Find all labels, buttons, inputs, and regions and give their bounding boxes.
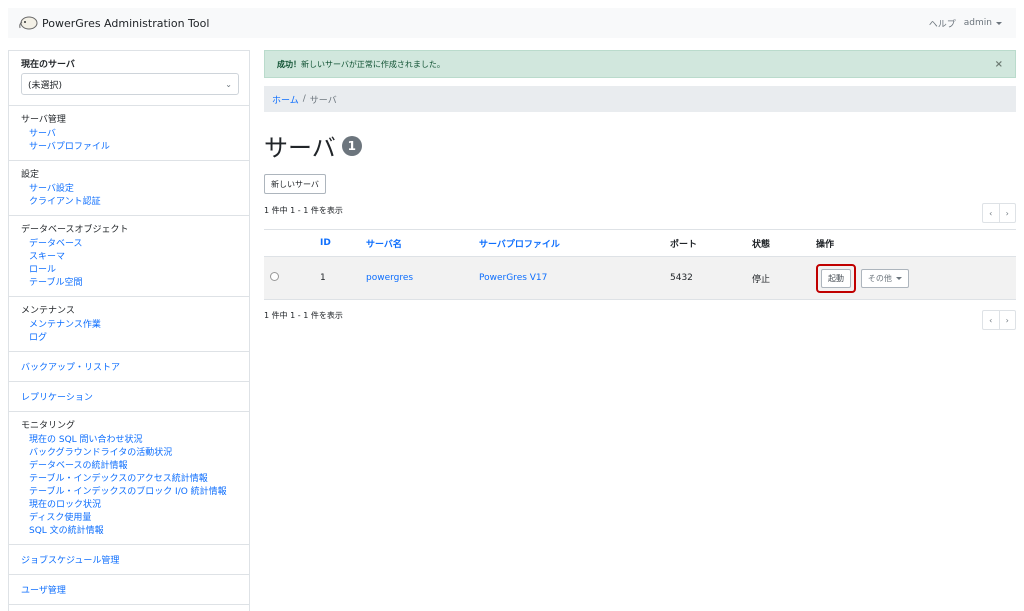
caret-down-icon xyxy=(996,21,1002,25)
sidebar-item-job-schedule[interactable]: ジョブスケジュール管理 xyxy=(21,553,239,566)
header-actions: 操作 xyxy=(816,229,1016,257)
pager-bottom: ‹ › xyxy=(982,310,1016,330)
sidebar-item-databases[interactable]: データベース xyxy=(21,238,239,251)
success-alert: 成功！ 新しいサーバが正常に作成されました。 × xyxy=(264,50,1016,78)
sidebar-item-table-io-stats[interactable]: テーブル・インデックスのブロック I/O 統計情報 xyxy=(21,486,239,499)
cell-status: 停止 xyxy=(752,256,816,300)
top-navbar: PowerGres Administration Tool ヘルプ admin xyxy=(8,8,1016,38)
header-id[interactable]: ID xyxy=(320,229,366,257)
row-radio[interactable] xyxy=(270,272,279,281)
prev-page-icon[interactable]: ‹ xyxy=(983,311,999,329)
header-select xyxy=(264,229,320,257)
sidebar-section-title: データベースオブジェクト xyxy=(21,225,129,235)
next-page-icon[interactable]: › xyxy=(998,311,1016,329)
sidebar-item-db-stats[interactable]: データベースの統計情報 xyxy=(21,460,239,473)
alert-strong: 成功！ xyxy=(277,59,301,69)
sidebar: 現在のサーバ (未選択) ⌄ サーバ管理 サーバ サーバプロファイル 設定 サー… xyxy=(8,50,250,611)
new-server-button[interactable]: 新しいサーバ xyxy=(264,174,326,194)
sidebar-item-logs[interactable]: ログ xyxy=(21,332,239,345)
server-table: ID サーバ名 サーバプロファイル ポート 状態 操作 1 powergres … xyxy=(264,229,1016,300)
sidebar-item-disk-usage[interactable]: ディスク使用量 xyxy=(21,512,239,525)
sidebar-item-table-access-stats[interactable]: テーブル・インデックスのアクセス統計情報 xyxy=(21,473,239,486)
sidebar-item-server-profiles[interactable]: サーバプロファイル xyxy=(21,141,239,154)
help-link[interactable]: ヘルプ xyxy=(929,17,956,30)
other-actions-label: その他 xyxy=(867,273,892,283)
sidebar-item-roles[interactable]: ロール xyxy=(21,264,239,277)
sidebar-section-maintenance: メンテナンス メンテナンス作業 ログ xyxy=(9,297,249,352)
chevron-down-icon: ⌄ xyxy=(225,79,232,89)
header-status: 状態 xyxy=(752,229,816,257)
close-icon[interactable]: × xyxy=(995,59,1003,70)
elephant-logo-icon xyxy=(19,16,38,30)
sidebar-item-schemas[interactable]: スキーマ xyxy=(21,251,239,264)
header-name[interactable]: サーバ名 xyxy=(366,229,479,257)
header-profile[interactable]: サーバプロファイル xyxy=(479,229,670,257)
start-button[interactable]: 起動 xyxy=(821,268,851,288)
page-title: サーバ 1 xyxy=(264,128,362,163)
other-actions-dropdown[interactable]: その他 xyxy=(860,268,909,288)
cell-id: 1 xyxy=(320,256,366,300)
sidebar-section-server-admin: サーバ管理 サーバ サーバプロファイル xyxy=(9,106,249,161)
breadcrumb-home[interactable]: ホーム xyxy=(272,93,299,106)
current-server-value: (未選択) xyxy=(28,80,63,91)
pager-top: ‹ › xyxy=(982,203,1016,223)
sidebar-item-server-settings[interactable]: サーバ設定 xyxy=(21,183,239,196)
page-title-text: サーバ xyxy=(264,134,336,162)
breadcrumb-separator: / xyxy=(302,94,306,104)
sidebar-item-client-auth[interactable]: クライアント認証 xyxy=(21,196,239,209)
result-summary-bottom: 1 件中 1 - 1 件を表示 xyxy=(264,311,343,320)
user-name: admin xyxy=(963,18,992,28)
sidebar-item-sql-activity[interactable]: 現在の SQL 問い合わせ状況 xyxy=(21,434,239,447)
sidebar-item-backup-restore[interactable]: バックアップ・リストア xyxy=(21,360,239,373)
sidebar-item-replication[interactable]: レプリケーション xyxy=(21,390,239,403)
sidebar-section-title: 設定 xyxy=(21,170,40,180)
sidebar-item-user-admin[interactable]: ユーザ管理 xyxy=(21,583,239,596)
sidebar-item-sql-stats[interactable]: SQL 文の統計情報 xyxy=(21,525,239,538)
cell-port: 5432 xyxy=(670,256,752,300)
table-row: 1 powergres PowerGres V17 5432 停止 起動 その他 xyxy=(264,256,1016,300)
breadcrumb: ホーム / サーバ xyxy=(264,86,1016,112)
result-summary-top: 1 件中 1 - 1 件を表示 xyxy=(264,206,343,215)
sidebar-item-bgwriter[interactable]: バックグラウンドライタの活動状況 xyxy=(21,447,239,460)
current-server-title: 現在のサーバ xyxy=(21,60,75,70)
sidebar-section-jobs: ジョブスケジュール管理 xyxy=(9,545,249,575)
brand[interactable]: PowerGres Administration Tool xyxy=(18,15,209,31)
current-server-section: 現在のサーバ (未選択) ⌄ xyxy=(9,51,249,106)
prev-page-icon[interactable]: ‹ xyxy=(983,204,999,222)
sidebar-section-replication: レプリケーション xyxy=(9,382,249,412)
sidebar-section-backup: バックアップ・リストア xyxy=(9,352,249,382)
breadcrumb-current: サーバ xyxy=(309,95,337,106)
sidebar-item-tablespaces[interactable]: テーブル空間 xyxy=(21,277,239,290)
caret-down-icon xyxy=(895,276,902,280)
count-badge: 1 xyxy=(341,135,362,156)
server-profile-link[interactable]: PowerGres V17 xyxy=(479,273,547,283)
alert-message: 新しいサーバが正常に作成されました。 xyxy=(301,59,445,69)
brand-title: PowerGres Administration Tool xyxy=(42,16,210,30)
sidebar-item-locks[interactable]: 現在のロック状況 xyxy=(21,499,239,512)
sidebar-section-title: モニタリング xyxy=(21,421,76,431)
sidebar-section-db-objects: データベースオブジェクト データベース スキーマ ロール テーブル空間 xyxy=(9,216,249,297)
sidebar-item-servers[interactable]: サーバ xyxy=(21,128,239,141)
table-header-row: ID サーバ名 サーバプロファイル ポート 状態 操作 xyxy=(264,229,1016,257)
user-menu[interactable]: admin xyxy=(964,18,1002,28)
start-button-highlight: 起動 xyxy=(816,263,856,293)
sidebar-section-title: サーバ管理 xyxy=(21,115,66,125)
sidebar-section-users: ユーザ管理 xyxy=(9,575,249,605)
sidebar-section-settings: 設定 サーバ設定 クライアント認証 xyxy=(9,161,249,216)
current-server-select[interactable]: (未選択) ⌄ xyxy=(21,73,239,95)
server-name-link[interactable]: powergres xyxy=(366,273,413,283)
sidebar-section-monitoring: モニタリング 現在の SQL 問い合わせ状況 バックグラウンドライタの活動状況 … xyxy=(9,412,249,545)
sidebar-item-maintenance-tasks[interactable]: メンテナンス作業 xyxy=(21,319,239,332)
next-page-icon[interactable]: › xyxy=(998,204,1016,222)
sidebar-section-title: メンテナンス xyxy=(21,306,75,316)
header-port: ポート xyxy=(670,229,752,257)
